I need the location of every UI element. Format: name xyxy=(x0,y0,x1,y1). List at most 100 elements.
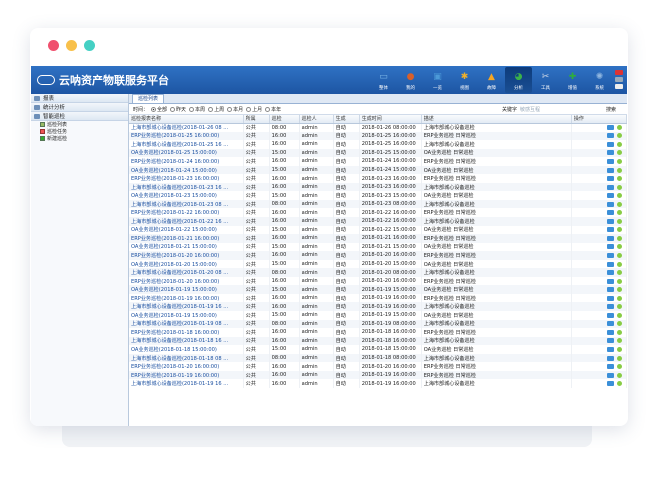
sidebar-item-1[interactable]: 巡检任务 xyxy=(31,128,128,135)
table-row[interactable]: ERP业务巡检(2018-01-22 16:00:00) 公共 16:00 admin… xyxy=(129,208,627,218)
sidebar-section-2[interactable]: 智能巡检 xyxy=(31,112,128,121)
table-row[interactable]: OA业务巡检(2018-01-22 15:00:00) 公共 15:00 admin 自… xyxy=(129,225,627,235)
report-name-link[interactable]: 上海市部城心设备巡检(2018-01-22 16 ... xyxy=(129,217,244,226)
report-name-link[interactable]: ERP业务巡检(2018-01-19 16:00:00) xyxy=(129,370,244,380)
view-icon[interactable] xyxy=(616,304,622,310)
mail-icon[interactable] xyxy=(606,141,614,147)
report-name-link[interactable]: 上海市部城心设备巡检(2018-01-20 08 ... xyxy=(129,268,244,277)
toolbar-button-7[interactable]: ✚ 增值 xyxy=(559,67,586,93)
view-icon[interactable] xyxy=(616,321,622,327)
toolbar-button-6[interactable]: ✂ 工具 xyxy=(532,67,559,93)
mail-icon[interactable] xyxy=(606,125,614,131)
mail-icon[interactable] xyxy=(606,235,614,241)
column-header-6[interactable]: 描述 xyxy=(421,115,572,124)
report-name-link[interactable]: 上海市部城心设备巡检(2018-01-18 16 ... xyxy=(129,336,244,346)
time-option-0[interactable]: 全部 xyxy=(151,106,167,113)
view-icon[interactable] xyxy=(616,261,622,267)
view-icon[interactable] xyxy=(616,201,622,207)
view-icon[interactable] xyxy=(616,270,622,276)
mail-icon[interactable] xyxy=(606,167,614,173)
table-row[interactable]: 上海市部城心设备巡检(2018-01-22 16 ... 公共 16:00 admin… xyxy=(129,217,627,226)
report-name-link[interactable]: OA业务巡检(2018-01-21 15:00:00) xyxy=(129,242,244,252)
sidebar-section-0[interactable]: 报表 xyxy=(31,94,128,103)
report-name-link[interactable]: OA业务巡检(2018-01-19 15:00:00) xyxy=(129,285,244,294)
report-name-link[interactable]: 上海市部城心设备巡检(2018-01-25 16 ... xyxy=(129,140,244,149)
radio-icon[interactable] xyxy=(265,106,271,112)
mail-icon[interactable] xyxy=(606,261,614,267)
table-row[interactable]: 上海市部城心设备巡检(2018-01-19 16 ... 公共 16:00 admin… xyxy=(129,302,627,312)
sidebar-item-0[interactable]: 巡检列表 xyxy=(31,121,128,128)
table-row[interactable]: 上海市部城心设备巡检(2018-01-20 08 ... 公共 08:00 admin… xyxy=(129,268,627,277)
table-row[interactable]: 上海市部城心设备巡检(2018-01-18 08 ... 公共 08:00 admin… xyxy=(129,353,627,363)
close-dot[interactable] xyxy=(48,40,59,51)
time-option-3[interactable]: 上周 xyxy=(208,106,224,113)
report-name-link[interactable]: ERP业务巡检(2018-01-23 16:00:00) xyxy=(129,174,244,183)
table-row[interactable]: ERP业务巡检(2018-01-19 16:00:00) 公共 16:00 admin… xyxy=(129,370,627,380)
report-name-link[interactable]: ERP业务巡检(2018-01-18 16:00:00) xyxy=(129,328,244,337)
view-icon[interactable] xyxy=(616,125,622,131)
time-option-5[interactable]: 上月 xyxy=(246,106,262,113)
time-option-1[interactable]: 昨天 xyxy=(170,106,186,113)
mail-icon[interactable] xyxy=(606,338,614,344)
table-row[interactable]: 上海市部城心设备巡检(2018-01-26 08 ... 公共 08:00 admin… xyxy=(129,123,627,132)
report-name-link[interactable]: ERP业务巡检(2018-01-20 16:00:00) xyxy=(129,362,244,371)
table-row[interactable]: ERP业务巡检(2018-01-20 16:00:00) 公共 16:00 admin… xyxy=(129,276,627,286)
view-icon[interactable] xyxy=(616,287,622,293)
mail-icon[interactable] xyxy=(606,176,614,182)
mail-icon[interactable] xyxy=(606,210,614,216)
view-icon[interactable] xyxy=(616,167,622,173)
table-row[interactable]: 上海市部城心设备巡检(2018-01-23 16 ... 公共 16:00 admin… xyxy=(129,182,627,192)
radio-icon[interactable] xyxy=(208,106,214,112)
table-row[interactable]: ERP业务巡检(2018-01-21 16:00:00) 公共 16:00 admin… xyxy=(129,234,627,243)
view-icon[interactable] xyxy=(616,372,622,378)
report-name-link[interactable]: 上海市部城心设备巡检(2018-01-23 08 ... xyxy=(129,199,244,209)
table-row[interactable]: ERP业务巡检(2018-01-24 16:00:00) 公共 16:00 admin… xyxy=(129,157,627,166)
sidebar-item-2[interactable]: 新建巡检 xyxy=(31,135,128,142)
table-row[interactable]: OA业务巡检(2018-01-19 15:00:00) 公共 15:00 admin 自… xyxy=(129,311,627,320)
table-row[interactable]: OA业务巡检(2018-01-24 15:00:00) 公共 15:00 admin 自… xyxy=(129,165,627,175)
toolbar-button-5[interactable]: ◕ 分析 xyxy=(505,67,532,93)
report-name-link[interactable]: ERP业务巡检(2018-01-19 16:00:00) xyxy=(129,293,244,303)
mail-icon[interactable] xyxy=(606,150,614,156)
radio-icon[interactable] xyxy=(246,106,252,112)
view-icon[interactable] xyxy=(616,381,622,387)
mail-icon[interactable] xyxy=(606,381,614,387)
table-row[interactable]: ERP业务巡检(2018-01-23 16:00:00) 公共 16:00 admin… xyxy=(129,174,627,183)
time-option-6[interactable]: 本年 xyxy=(265,106,281,113)
toolbar-button-2[interactable]: ▣ 一览 xyxy=(424,67,451,93)
mail-icon[interactable] xyxy=(606,201,614,207)
search-button[interactable]: 搜索 xyxy=(606,106,616,113)
view-icon[interactable] xyxy=(616,252,622,258)
mail-icon[interactable] xyxy=(606,346,614,352)
report-name-link[interactable]: ERP业务巡检(2018-01-20 16:00:00) xyxy=(129,276,244,286)
report-name-link[interactable]: 上海市部城心设备巡检(2018-01-19 16 ... xyxy=(129,302,244,312)
mail-icon[interactable] xyxy=(606,158,614,164)
report-name-link[interactable]: 上海市部城心设备巡检(2018-01-19 16 ... xyxy=(129,379,244,388)
table-row[interactable]: ERP业务巡检(2018-01-18 16:00:00) 公共 16:00 admin… xyxy=(129,328,627,337)
mail-icon[interactable] xyxy=(606,133,614,139)
column-header-0[interactable]: 巡检报表名称 xyxy=(129,115,244,124)
report-name-link[interactable]: OA业务巡检(2018-01-22 15:00:00) xyxy=(129,225,244,235)
mail-icon[interactable] xyxy=(606,270,614,276)
radio-icon[interactable] xyxy=(227,106,233,112)
report-name-link[interactable]: ERP业务巡检(2018-01-20 16:00:00) xyxy=(129,251,244,260)
view-icon[interactable] xyxy=(616,355,622,361)
time-option-4[interactable]: 本月 xyxy=(227,106,243,113)
mail-icon[interactable] xyxy=(606,364,614,370)
report-name-link[interactable]: OA业务巡检(2018-01-20 15:00:00) xyxy=(129,259,244,269)
mail-icon[interactable] xyxy=(606,227,614,233)
view-icon[interactable] xyxy=(616,244,622,250)
mail-icon[interactable] xyxy=(606,304,614,310)
tab-inspection-list[interactable]: 巡检列表 xyxy=(132,94,165,103)
table-row[interactable]: OA业务巡检(2018-01-19 15:00:00) 公共 15:00 admin 自… xyxy=(129,285,627,294)
toolbar-button-8[interactable]: ✺ 系统 xyxy=(586,67,613,93)
table-row[interactable]: ERP业务巡检(2018-01-20 16:00:00) 公共 16:00 admin… xyxy=(129,251,627,260)
table-row[interactable]: ERP业务巡检(2018-01-20 16:00:00) 公共 16:00 admin… xyxy=(129,362,627,371)
table-row[interactable]: 上海市部城心设备巡检(2018-01-19 16 ... 公共 16:00 admin… xyxy=(129,379,627,388)
column-header-7[interactable]: 操作 xyxy=(571,115,627,124)
column-header-2[interactable]: 巡检 xyxy=(269,115,300,124)
report-name-link[interactable]: OA业务巡检(2018-01-23 15:00:00) xyxy=(129,191,244,200)
column-header-5[interactable]: 生成时间 xyxy=(359,115,422,124)
view-icon[interactable] xyxy=(616,338,622,344)
report-name-link[interactable]: OA业务巡检(2018-01-24 15:00:00) xyxy=(129,165,244,175)
